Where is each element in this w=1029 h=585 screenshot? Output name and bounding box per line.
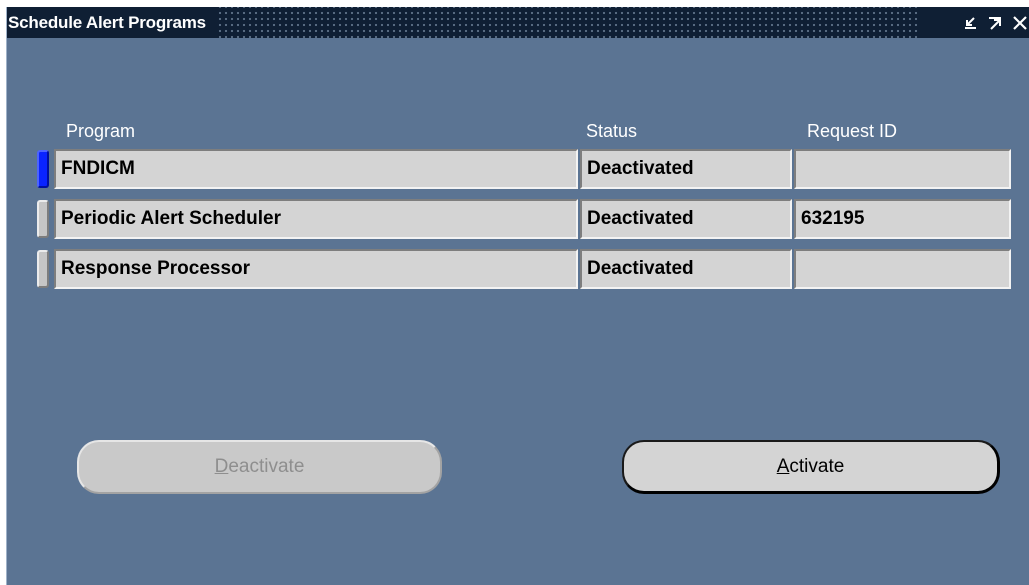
schedule-alert-programs-window: Schedule Alert Programs Program Status R… <box>6 7 1029 585</box>
status-cell[interactable]: Deactivated <box>580 199 792 239</box>
request-id-cell[interactable]: 632195 <box>794 199 1011 239</box>
activate-mnemonic: A <box>776 456 790 477</box>
deactivate-mnemonic: D <box>214 456 229 477</box>
program-cell[interactable]: FNDICM <box>54 149 578 189</box>
column-header-request-id: Request ID <box>807 121 898 141</box>
column-header-status: Status <box>586 121 638 141</box>
window-title: Schedule Alert Programs <box>7 7 216 38</box>
deactivate-label: eactivate <box>228 456 305 477</box>
request-id-cell[interactable] <box>794 249 1011 289</box>
maximize-icon[interactable] <box>987 15 1003 31</box>
column-header-program: Program <box>66 121 136 141</box>
close-icon[interactable] <box>1012 15 1028 31</box>
program-cell[interactable]: Periodic Alert Scheduler <box>54 199 578 239</box>
program-cell[interactable]: Response Processor <box>54 249 578 289</box>
row-indicator-current[interactable] <box>37 150 49 188</box>
minimize-icon[interactable] <box>962 15 978 31</box>
activate-button[interactable]: Activate <box>622 440 1000 494</box>
deactivate-button[interactable]: Deactivate <box>77 440 442 494</box>
title-bar[interactable]: Schedule Alert Programs <box>7 7 1029 38</box>
status-cell[interactable]: Deactivated <box>580 249 792 289</box>
row-indicator[interactable] <box>37 200 49 238</box>
activate-label: ctivate <box>789 456 845 477</box>
row-indicator[interactable] <box>37 250 49 288</box>
window-controls <box>920 7 1029 38</box>
request-id-cell[interactable] <box>794 149 1011 189</box>
status-cell[interactable]: Deactivated <box>580 149 792 189</box>
